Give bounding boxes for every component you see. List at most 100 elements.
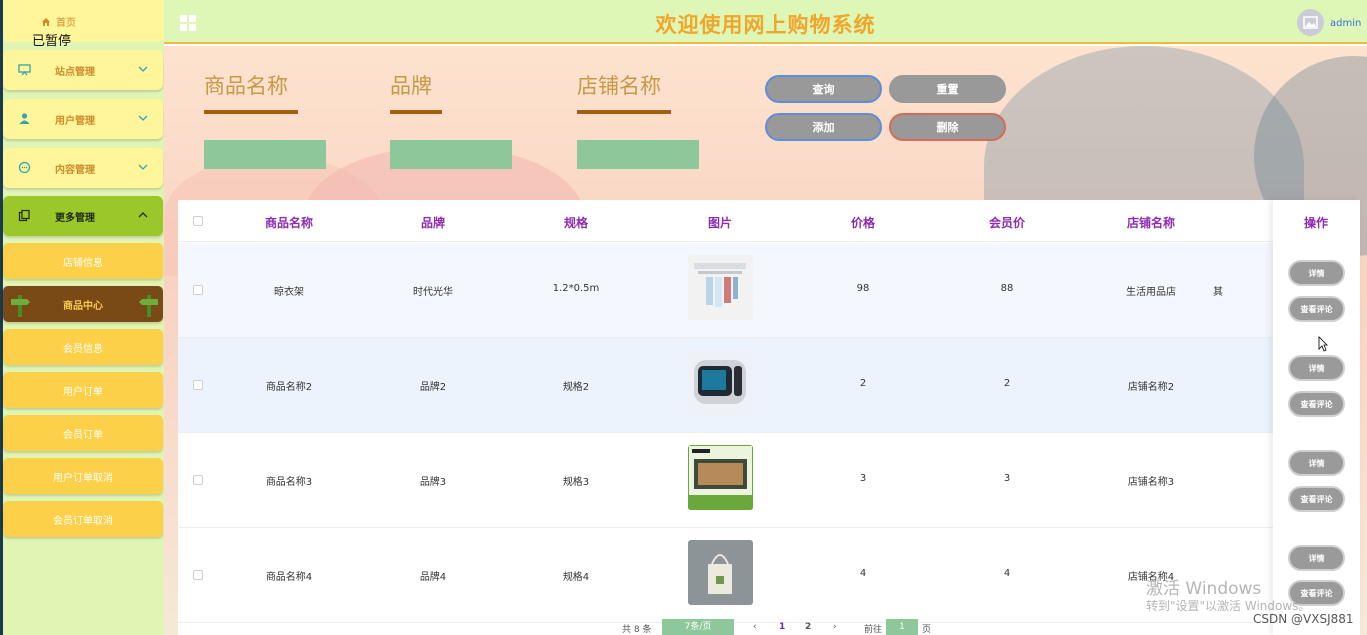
- avatar[interactable]: [1297, 9, 1324, 36]
- column-header[interactable]: 会员价: [952, 214, 1062, 231]
- cell-price: 4: [859, 568, 867, 579]
- product-name-input[interactable]: [204, 140, 326, 169]
- column-header[interactable]: 规格: [521, 214, 631, 231]
- cell-product-name: 晾衣架: [274, 287, 304, 298]
- product-table: 商品名称 品牌 规格 图片 价格 会员价 店铺名称 晾衣架 时代光华 1.2*0…: [178, 200, 1360, 635]
- detail-button[interactable]: 详情: [1288, 545, 1345, 571]
- cell-member-price: 4: [1003, 568, 1011, 579]
- submenu-member-order-cancel[interactable]: 会员订单取消: [3, 501, 163, 537]
- brand-input[interactable]: [390, 140, 512, 169]
- copy-icon: [18, 209, 30, 222]
- cell-price: 2: [859, 378, 867, 389]
- table-row[interactable]: 商品名称4 品牌4 规格4 4 4 店铺名称4: [178, 528, 1273, 623]
- submenu-product-center[interactable]: 商品中心: [3, 286, 163, 322]
- cell-shop-name: 店铺名称2: [1127, 382, 1175, 393]
- submenu-member-orders[interactable]: 会员订单: [3, 415, 163, 451]
- submenu-label: 店铺信息: [63, 258, 103, 269]
- table-row[interactable]: 商品名称3 品牌3 规格3 3 3 店铺名称3: [178, 433, 1273, 528]
- product-image-drying-rack[interactable]: [688, 255, 753, 320]
- menu-site-management[interactable]: 站点管理: [3, 50, 163, 90]
- goto-page-input[interactable]: 1: [886, 619, 918, 635]
- cell-price: 3: [859, 473, 867, 484]
- column-header[interactable]: 图片: [665, 214, 775, 231]
- label-underline: [577, 110, 671, 114]
- menu-more-management[interactable]: 更多管理: [3, 196, 163, 236]
- detail-button[interactable]: 详情: [1288, 355, 1345, 381]
- add-button[interactable]: 添加: [765, 113, 882, 141]
- chevron-down-icon: [138, 115, 148, 121]
- view-reviews-button[interactable]: 查看评论: [1288, 486, 1345, 512]
- view-reviews-button[interactable]: 查看评论: [1288, 391, 1345, 417]
- cell-spec: 规格4: [562, 572, 590, 583]
- page-size-select[interactable]: 7条/页: [662, 619, 734, 635]
- row-checkbox[interactable]: [193, 570, 203, 580]
- product-image-tote-bag[interactable]: [688, 540, 753, 605]
- submenu-label: 会员订单取消: [53, 516, 113, 527]
- prev-page-button[interactable]: ‹: [753, 622, 757, 632]
- select-all-checkbox[interactable]: [193, 216, 203, 226]
- menu-content-management[interactable]: 内容管理: [3, 148, 163, 188]
- column-header[interactable]: 商品名称: [234, 214, 344, 231]
- column-header[interactable]: 品牌: [378, 214, 488, 231]
- windows-activation-title: 激活 Windows: [1146, 579, 1262, 599]
- table-header: 商品名称 品牌 规格 图片 价格 会员价 店铺名称: [178, 200, 1360, 242]
- menu-label: 站点管理: [55, 67, 95, 78]
- cell-spec: 规格2: [562, 382, 590, 393]
- next-page-button[interactable]: ›: [833, 622, 837, 632]
- sidebar: 首页 已暂停 站点管理 用户管理 内容管理 更多管理 店铺信息 商品中心 会员信…: [3, 0, 164, 635]
- sidebar-home[interactable]: 首页 已暂停: [3, 0, 164, 49]
- detail-button[interactable]: 详情: [1288, 450, 1345, 476]
- cell-spec: 规格3: [562, 477, 590, 488]
- menu-label: 内容管理: [55, 165, 95, 176]
- cell-product-name: 商品名称3: [265, 477, 313, 488]
- paused-label: 已暂停: [32, 34, 72, 49]
- home-link[interactable]: 首页: [41, 14, 76, 29]
- csdn-watermark: CSDN @VXSJ881: [1253, 612, 1354, 626]
- user-name[interactable]: admin: [1330, 18, 1361, 29]
- product-image-device[interactable]: [688, 350, 753, 415]
- page-number-1[interactable]: 1: [779, 622, 785, 632]
- label-underline: [204, 110, 298, 114]
- detail-button[interactable]: 详情: [1288, 260, 1345, 286]
- product-image-tv[interactable]: [688, 445, 753, 510]
- submenu-shop-info[interactable]: 店铺信息: [3, 243, 163, 279]
- operations-column: 操作 详情 查看评论 详情 查看评论 详情 查看评论 详情 查看评论: [1273, 200, 1360, 635]
- table-row[interactable]: 晾衣架 时代光华 1.2*0.5m 98 88 生活用品店 其: [178, 243, 1273, 338]
- image-placeholder-icon: [1303, 16, 1318, 29]
- reset-button[interactable]: 重置: [889, 75, 1006, 103]
- search-label-shop-name: 店铺名称: [577, 74, 661, 98]
- delete-button[interactable]: 删除: [889, 113, 1006, 141]
- row-checkbox[interactable]: [193, 475, 203, 485]
- cell-product-name: 商品名称4: [265, 572, 313, 583]
- cell-brand: 品牌3: [419, 477, 447, 488]
- shop-name-input[interactable]: [577, 140, 699, 169]
- submenu-user-order-cancel[interactable]: 用户订单取消: [3, 458, 163, 494]
- device-image: [694, 360, 746, 404]
- cell-brand: 品牌4: [419, 572, 447, 583]
- top-bar: 欢迎使用网上购物系统 admin: [164, 0, 1367, 44]
- page-number-2[interactable]: 2: [805, 622, 811, 632]
- column-header[interactable]: 店铺名称: [1096, 214, 1206, 231]
- submenu-member-info[interactable]: 会员信息: [3, 329, 163, 365]
- chat-icon: [18, 161, 31, 174]
- submenu-user-orders[interactable]: 用户订单: [3, 372, 163, 408]
- chevron-down-icon: [138, 164, 148, 170]
- cell-member-price: 2: [1003, 378, 1011, 389]
- cell-member-price: 88: [1000, 283, 1014, 294]
- signpost-icon: [139, 295, 158, 317]
- table-row[interactable]: 商品名称2 品牌2 规格2 2 2 店铺名称2: [178, 338, 1273, 433]
- row-checkbox[interactable]: [193, 380, 203, 390]
- submenu-label: 用户订单取消: [53, 473, 113, 484]
- column-header[interactable]: 价格: [808, 214, 918, 231]
- column-header-operations: 操作: [1303, 216, 1328, 230]
- cell-brand: 品牌2: [419, 382, 447, 393]
- home-icon: [42, 17, 50, 26]
- tote-bag-image: [708, 554, 732, 594]
- menu-user-management[interactable]: 用户管理: [3, 99, 163, 139]
- view-reviews-button[interactable]: 查看评论: [1288, 296, 1345, 322]
- query-button[interactable]: 查询: [765, 75, 882, 103]
- row-checkbox[interactable]: [193, 285, 203, 295]
- monitor-icon: [18, 64, 31, 76]
- mouse-cursor-icon: [1318, 336, 1328, 352]
- cell-brand: 时代光华: [413, 287, 453, 298]
